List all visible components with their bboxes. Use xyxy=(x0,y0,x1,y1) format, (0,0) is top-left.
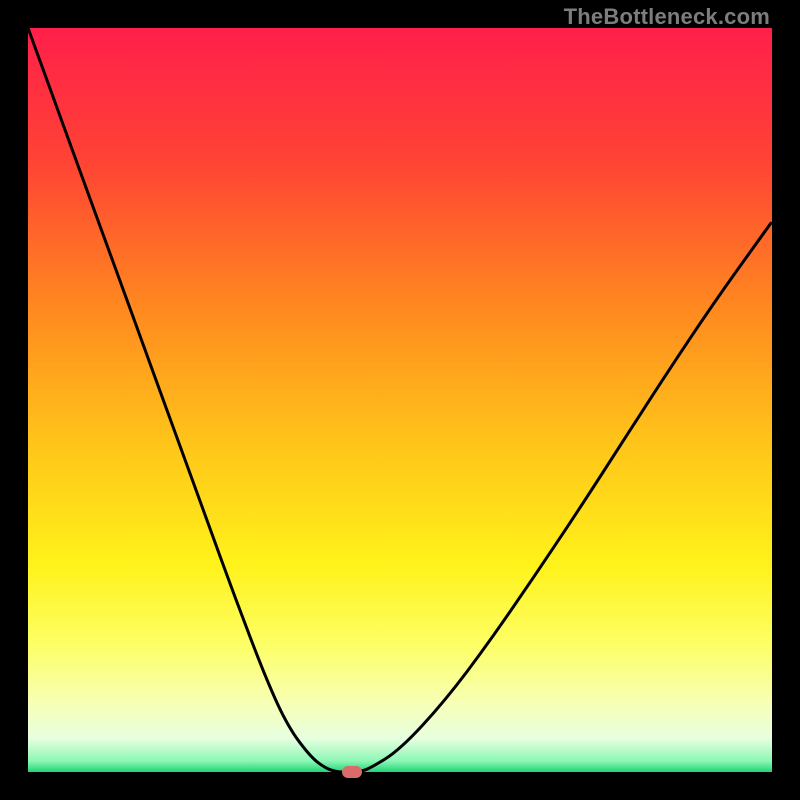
optimal-marker xyxy=(342,766,362,778)
plot-area xyxy=(28,28,772,772)
bottleneck-curve-path xyxy=(28,28,772,772)
watermark-text: TheBottleneck.com xyxy=(564,4,770,30)
curve-layer xyxy=(28,28,772,772)
chart-frame: TheBottleneck.com xyxy=(0,0,800,800)
